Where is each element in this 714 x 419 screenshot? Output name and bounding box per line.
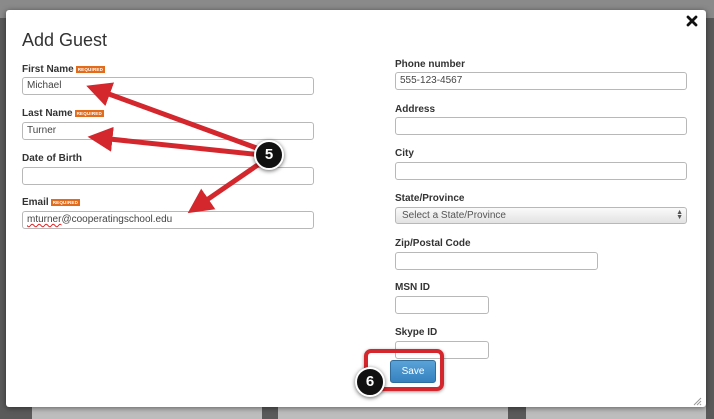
annotation-arrows	[86, 82, 264, 214]
arrow-to-email	[187, 159, 264, 214]
step-number-badge: 6	[355, 367, 385, 397]
step-number-badge: 5	[254, 140, 284, 170]
